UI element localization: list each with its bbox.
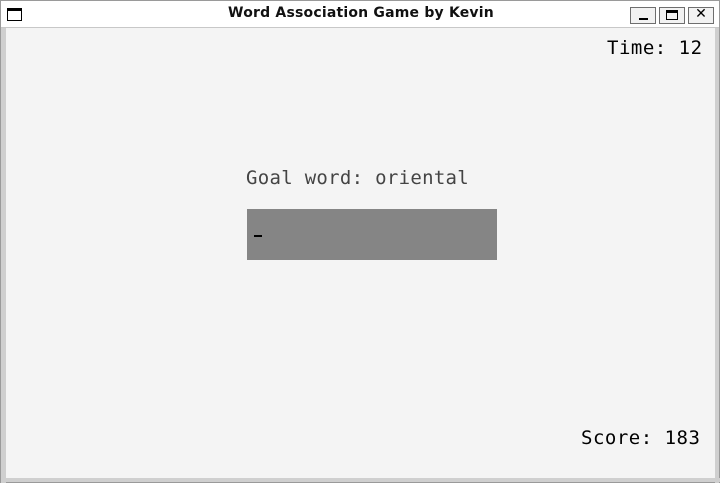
game-window: Word Association Game by Kevin ✕ Time: 1… xyxy=(0,0,720,483)
window-frame-bottom xyxy=(1,478,720,482)
window-frame-left xyxy=(1,28,6,483)
minimize-icon xyxy=(639,18,648,20)
title-bar[interactable]: Word Association Game by Kevin ✕ xyxy=(1,1,719,28)
minimize-button[interactable] xyxy=(630,7,656,24)
timer-display: Time: 12 xyxy=(607,37,703,59)
close-button[interactable]: ✕ xyxy=(688,6,714,24)
maximize-button[interactable] xyxy=(659,7,685,24)
close-icon: ✕ xyxy=(695,6,707,22)
window-title: Word Association Game by Kevin xyxy=(228,5,494,21)
maximize-icon xyxy=(666,10,678,20)
score-display: Score: 183 xyxy=(581,427,701,449)
window-frame-right xyxy=(715,28,719,483)
word-input-box[interactable] xyxy=(247,209,497,260)
text-cursor xyxy=(254,235,262,237)
goal-word-label: Goal word: oriental xyxy=(246,167,470,189)
